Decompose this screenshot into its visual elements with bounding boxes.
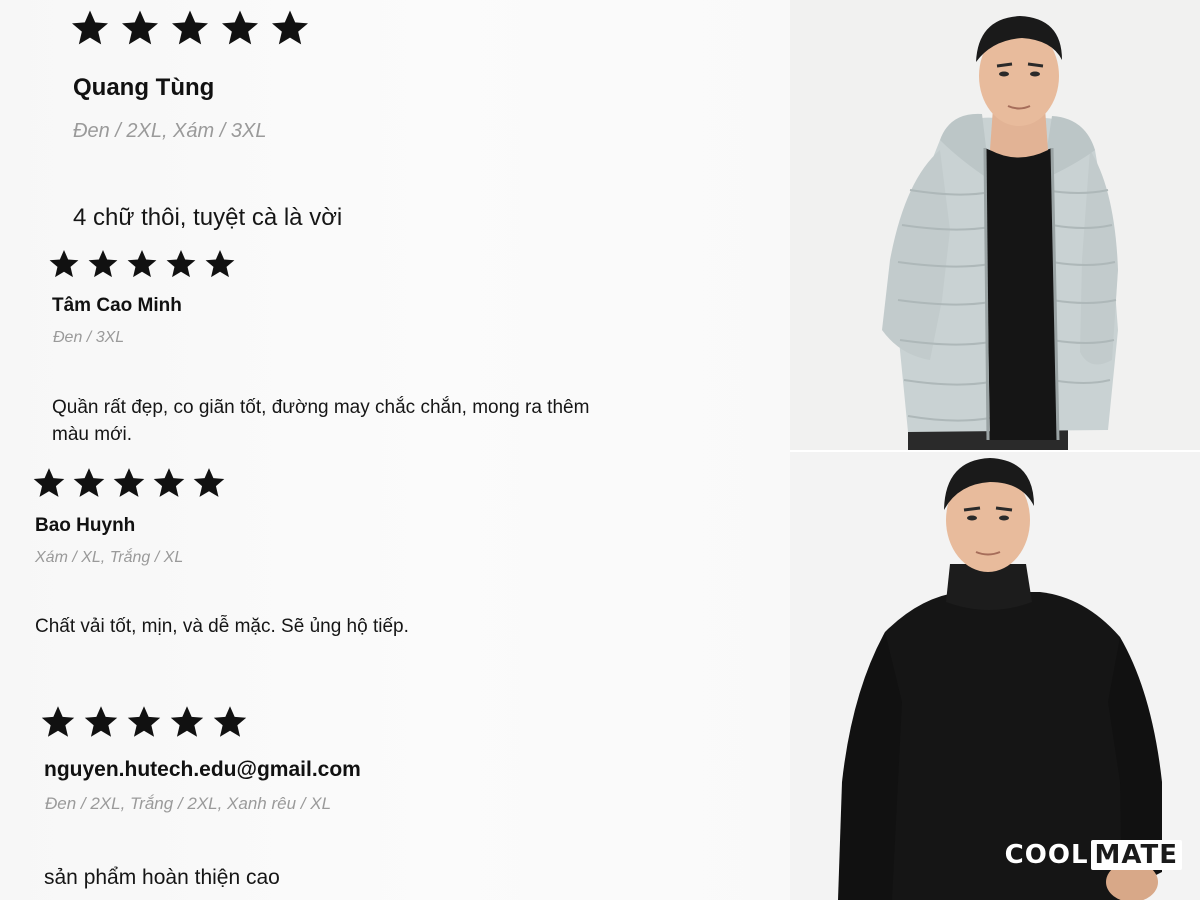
star-icon — [126, 248, 158, 280]
star-icon — [169, 704, 205, 740]
coolmate-logo: COOL MATE — [1005, 840, 1182, 870]
star-icon — [270, 8, 310, 48]
review-comment: Chất vải tốt, mịn, và dễ mặc. Sẽ ủng hộ … — [35, 616, 409, 637]
review-card: Tâm Cao Minh Đen / 3XL Quần rất đẹp, co … — [48, 248, 589, 445]
reviews-panel: Quang Tùng Đen / 2XL, Xám / 3XL 4 chữ th… — [0, 0, 790, 900]
reviewer-name: Quang Tùng — [73, 74, 215, 101]
star-icon — [212, 704, 248, 740]
product-photo-puffer-jacket[interactable] — [790, 0, 1200, 450]
star-icon — [87, 248, 119, 280]
logo-text-cool: COOL — [1004, 840, 1089, 870]
star-icon — [165, 248, 197, 280]
product-photo-turtleneck[interactable]: COOL MATE — [790, 452, 1200, 900]
review-card: nguyen.hutech.edu@gmail.com Đen / 2XL, T… — [40, 704, 361, 889]
star-icon — [152, 466, 186, 500]
star-rating — [40, 704, 255, 740]
model-jacket-illustration — [790, 0, 1200, 450]
product-photos: COOL MATE — [790, 0, 1200, 900]
purchased-variants: Xám / XL, Trắng / XL — [35, 549, 184, 566]
star-icon — [40, 704, 76, 740]
star-icon — [126, 704, 162, 740]
star-icon — [83, 704, 119, 740]
star-rating — [70, 8, 320, 48]
review-comment: 4 chữ thôi, tuyệt cà là vời — [73, 204, 343, 231]
logo-text-mate: MATE — [1090, 840, 1182, 870]
star-rating — [48, 248, 243, 280]
review-comment: sản phẩm hoàn thiện cao — [44, 866, 280, 889]
star-icon — [48, 248, 80, 280]
star-icon — [32, 466, 66, 500]
star-icon — [70, 8, 110, 48]
review-card: Quang Tùng Đen / 2XL, Xám / 3XL 4 chữ th… — [70, 8, 342, 231]
star-icon — [170, 8, 210, 48]
star-icon — [112, 466, 146, 500]
purchased-variants: Đen / 3XL — [53, 329, 125, 346]
star-icon — [220, 8, 260, 48]
reviewer-name: nguyen.hutech.edu@gmail.com — [44, 758, 361, 781]
review-comment: Quần rất đẹp, co giãn tốt, đường may chắ… — [52, 397, 590, 445]
model-turtleneck-illustration — [790, 452, 1200, 900]
reviewer-name: Tâm Cao Minh — [52, 295, 182, 316]
star-icon — [204, 248, 236, 280]
star-icon — [72, 466, 106, 500]
star-icon — [192, 466, 226, 500]
reviewer-name: Bao Huynh — [35, 515, 136, 536]
purchased-variants: Đen / 2XL, Trắng / 2XL, Xanh rêu / XL — [45, 794, 332, 813]
purchased-variants: Đen / 2XL, Xám / 3XL — [73, 120, 267, 142]
star-icon — [120, 8, 160, 48]
star-rating — [32, 466, 232, 500]
review-card: Bao Huynh Xám / XL, Trắng / XL Chất vải … — [32, 466, 409, 637]
